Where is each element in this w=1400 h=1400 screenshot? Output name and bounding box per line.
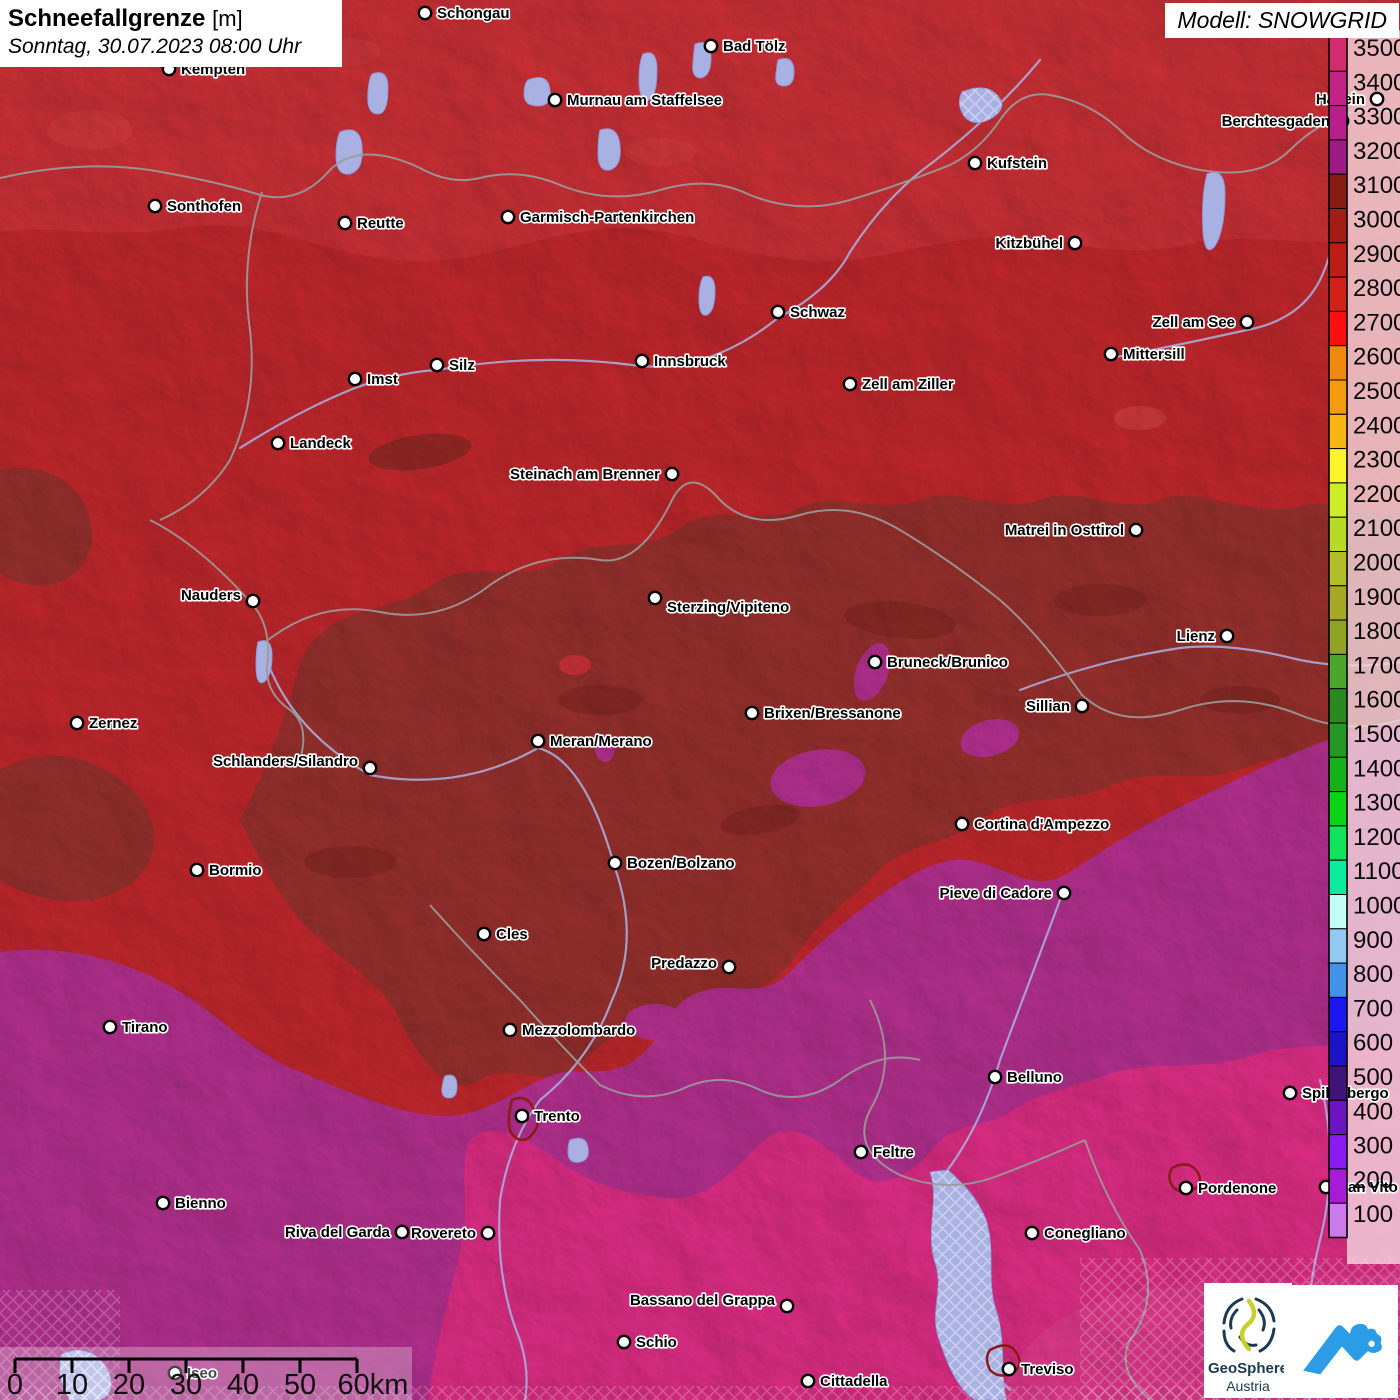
geosphere-logo-name: GeoSphere — [1207, 1360, 1289, 1377]
weather-map-page: Schongau Bad Tölz Kempten Murnau am Staffel… — [0, 0, 1400, 1400]
geosphere-logo-country: Austria — [1226, 1377, 1270, 1394]
geosphere-logo-icon — [1222, 1297, 1276, 1353]
title-unit: [m] — [212, 6, 243, 31]
model-label: Modell: SNOWGRID — [1165, 3, 1399, 38]
valid-datetime: Sonntag, 30.07.2023 08:00 Uhr — [8, 34, 302, 58]
mountain-cloud-logo-icon — [1303, 1323, 1382, 1374]
geosphere-logo-box: GeoSphere Austria — [1204, 1283, 1292, 1398]
map-canvas[interactable] — [0, 0, 1400, 1400]
title-box: Schneefallgrenze [m] Sonntag, 30.07.2023… — [0, 0, 342, 67]
partner-logo-box — [1284, 1285, 1398, 1398]
page-title: Schneefallgrenze — [8, 5, 206, 32]
